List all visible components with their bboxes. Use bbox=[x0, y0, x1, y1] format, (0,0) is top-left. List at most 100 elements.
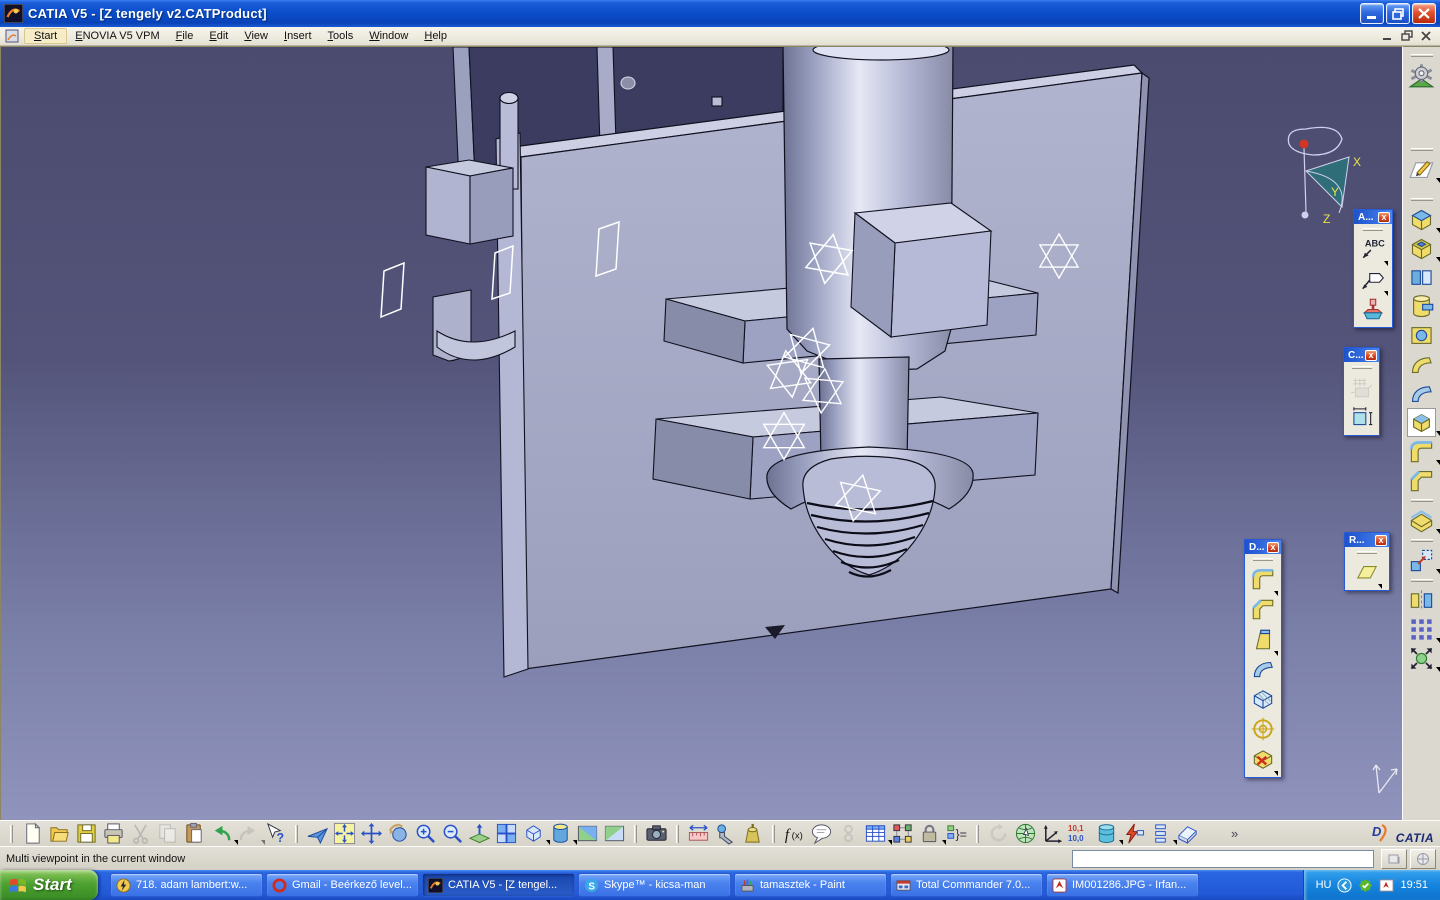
task-paint[interactable]: tamasztek - Paint bbox=[734, 873, 887, 897]
swap-visible-space-button[interactable] bbox=[603, 822, 626, 845]
rectangular-pattern-icon[interactable] bbox=[1408, 616, 1435, 643]
thickness-icon[interactable] bbox=[1250, 686, 1276, 712]
toolbar-grip[interactable] bbox=[1363, 228, 1383, 231]
skype-tray-icon[interactable] bbox=[1337, 878, 1352, 893]
restore-button[interactable] bbox=[1386, 3, 1410, 24]
menu-window[interactable]: Window bbox=[361, 28, 416, 44]
clean-erase-button[interactable] bbox=[1176, 822, 1199, 845]
sketcher-icon[interactable] bbox=[1408, 156, 1435, 183]
clock[interactable]: 19:51 bbox=[1400, 879, 1428, 891]
task-catia[interactable]: CATIA V5 - [Z tengel... bbox=[422, 873, 575, 897]
toolbar-annotations-title[interactable]: A... x bbox=[1354, 210, 1392, 224]
hide-show-button[interactable] bbox=[576, 822, 599, 845]
menu-help[interactable]: Help bbox=[416, 28, 455, 44]
edge-fillet-icon[interactable] bbox=[1250, 566, 1276, 592]
thread-tap-icon[interactable] bbox=[1250, 716, 1276, 742]
irfanview-tray-icon[interactable] bbox=[1379, 878, 1394, 893]
toolbar-grip[interactable] bbox=[1411, 54, 1433, 57]
undo-button[interactable] bbox=[210, 822, 233, 845]
toolbar-reference-title[interactable]: R... x bbox=[1345, 533, 1389, 547]
translate-icon[interactable] bbox=[1408, 547, 1435, 574]
formula-fx-button[interactable] bbox=[783, 822, 806, 845]
measure-between-button[interactable] bbox=[687, 822, 710, 845]
workbench-gear-icon[interactable] bbox=[1408, 62, 1435, 89]
shell-icon[interactable] bbox=[1408, 507, 1435, 534]
toolbar-grip[interactable] bbox=[1352, 366, 1372, 369]
design-table-button[interactable] bbox=[864, 822, 887, 845]
text-with-leader-icon[interactable] bbox=[1360, 236, 1386, 262]
comment-button[interactable] bbox=[810, 822, 833, 845]
minimize-button[interactable] bbox=[1360, 3, 1384, 24]
slot-icon[interactable] bbox=[1408, 380, 1435, 407]
document-icon[interactable] bbox=[4, 28, 20, 44]
menu-tools[interactable]: Tools bbox=[320, 28, 362, 44]
language-indicator[interactable]: HU bbox=[1316, 879, 1332, 891]
constraints-icon[interactable] bbox=[1349, 374, 1375, 400]
create-multi-view-button[interactable] bbox=[495, 822, 518, 845]
close-icon[interactable]: x bbox=[1267, 542, 1279, 553]
close-icon[interactable]: x bbox=[1365, 350, 1377, 361]
menu-insert[interactable]: Insert bbox=[276, 28, 320, 44]
mdi-close-button[interactable] bbox=[1417, 29, 1434, 44]
security-ok-tray-icon[interactable] bbox=[1358, 878, 1373, 893]
task-irfanview[interactable]: IM001286.JPG - Irfan... bbox=[1046, 873, 1199, 897]
toolbar-grip[interactable] bbox=[1357, 551, 1377, 554]
pan-button[interactable] bbox=[360, 822, 383, 845]
toolbar-grip[interactable] bbox=[1253, 558, 1273, 561]
plane-icon[interactable] bbox=[1354, 559, 1380, 585]
stiffener-icon[interactable] bbox=[1408, 409, 1435, 436]
zoom-in-button[interactable] bbox=[414, 822, 437, 845]
rib-icon[interactable] bbox=[1408, 351, 1435, 378]
toolbar-dress-up-title[interactable]: D... x bbox=[1245, 540, 1281, 554]
toolbar-reference-elements[interactable]: R... x bbox=[1344, 532, 1390, 591]
mirror-icon[interactable] bbox=[1408, 587, 1435, 614]
task-skype[interactable]: Skype™ - kicsa-man bbox=[578, 873, 731, 897]
dialog-expand-button[interactable] bbox=[1381, 849, 1407, 869]
new-button[interactable] bbox=[21, 822, 44, 845]
hole-icon[interactable] bbox=[1408, 322, 1435, 349]
close-icon[interactable]: x bbox=[1378, 212, 1390, 223]
knowledge-globe-button[interactable] bbox=[1014, 822, 1037, 845]
compass-handle[interactable] bbox=[1300, 140, 1309, 149]
normal-view-button[interactable] bbox=[468, 822, 491, 845]
chamfer-icon[interactable] bbox=[1250, 596, 1276, 622]
toolbar-overflow-chevron[interactable]: » bbox=[1231, 826, 1238, 841]
zoom-out-button[interactable] bbox=[441, 822, 464, 845]
mdi-restore-button[interactable] bbox=[1398, 29, 1415, 44]
task-winamp[interactable]: 718. adam lambert:w... bbox=[110, 873, 263, 897]
close-button[interactable] bbox=[1412, 3, 1436, 24]
toolbar-grip[interactable] bbox=[1411, 579, 1433, 582]
constraint-dimension-icon[interactable] bbox=[1349, 404, 1375, 430]
edge-fillet-icon[interactable] bbox=[1408, 438, 1435, 465]
isometric-view-button[interactable] bbox=[522, 822, 545, 845]
menu-edit[interactable]: Edit bbox=[201, 28, 236, 44]
3d-viewport[interactable]: X Y Z A... x C... x bbox=[0, 46, 1402, 820]
toolbar-grip[interactable] bbox=[1411, 499, 1433, 502]
pocket-icon[interactable] bbox=[1408, 235, 1435, 262]
toolbar-grip[interactable] bbox=[1411, 539, 1433, 542]
command-list-button[interactable] bbox=[1149, 822, 1172, 845]
groove-icon[interactable] bbox=[1408, 293, 1435, 320]
mdi-minimize-button[interactable] bbox=[1379, 29, 1396, 44]
equivalent-dimensions-button[interactable] bbox=[945, 822, 968, 845]
toolbar-dress-up[interactable]: D... x bbox=[1244, 539, 1282, 778]
shaft-icon[interactable] bbox=[1408, 264, 1435, 291]
command-globe-button[interactable] bbox=[1410, 849, 1436, 869]
datum-target-icon[interactable] bbox=[1360, 296, 1386, 322]
toolbar-grip[interactable] bbox=[772, 825, 775, 843]
draft-angle-icon[interactable] bbox=[1250, 626, 1276, 652]
toolbar-grip[interactable] bbox=[295, 825, 298, 843]
toolbar-constraints[interactable]: C... x bbox=[1343, 347, 1380, 436]
knowledge-tree-button[interactable] bbox=[891, 822, 914, 845]
fit-all-in-button[interactable] bbox=[333, 822, 356, 845]
catalog-browser-button[interactable] bbox=[1095, 822, 1118, 845]
camera-capture-button[interactable] bbox=[645, 822, 668, 845]
whats-this-button[interactable] bbox=[264, 822, 287, 845]
open-button[interactable] bbox=[48, 822, 71, 845]
scaling-icon[interactable] bbox=[1408, 645, 1435, 672]
chamfer-icon[interactable] bbox=[1408, 467, 1435, 494]
pad-icon[interactable] bbox=[1408, 206, 1435, 233]
flag-note-icon[interactable] bbox=[1360, 266, 1386, 292]
save-button[interactable] bbox=[75, 822, 98, 845]
menu-start[interactable]: Start bbox=[24, 28, 67, 44]
